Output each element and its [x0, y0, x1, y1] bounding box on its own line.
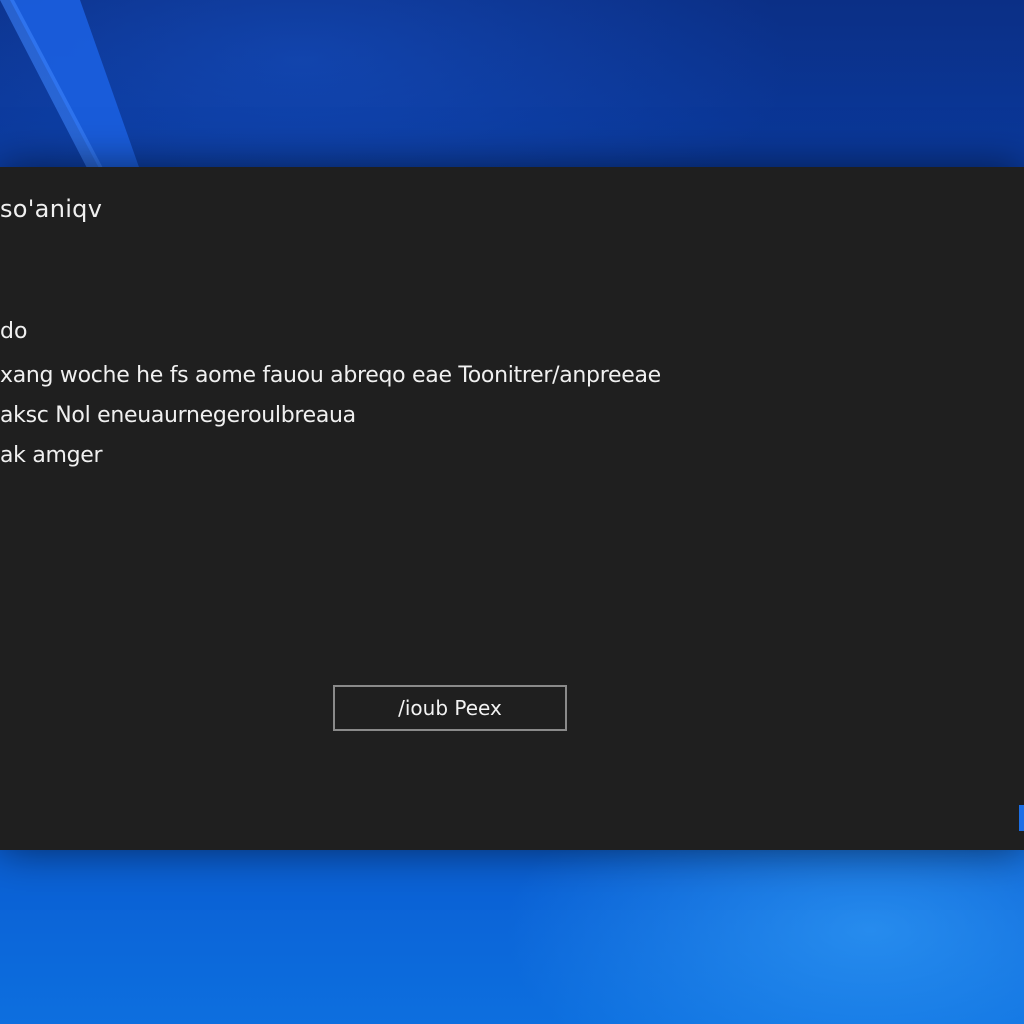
desktop-background: so'aniqv do xang woche he fs aome fauou …	[0, 0, 1024, 1024]
dialog-window: so'aniqv do xang woche he fs aome fauou …	[0, 167, 1024, 850]
dialog-heading: do	[0, 319, 28, 344]
dialog-title: so'aniqv	[0, 195, 103, 223]
dialog-message-line: ak amger	[0, 443, 103, 468]
dialog-edge-accent	[1019, 805, 1024, 831]
dialog-message-line: aksc Nol eneuaurnegeroulbreaua	[0, 403, 356, 428]
dialog-action-button[interactable]: /ioub Peex	[333, 685, 567, 731]
dialog-message-line: xang woche he fs aome fauou abreqo eae T…	[0, 363, 661, 388]
